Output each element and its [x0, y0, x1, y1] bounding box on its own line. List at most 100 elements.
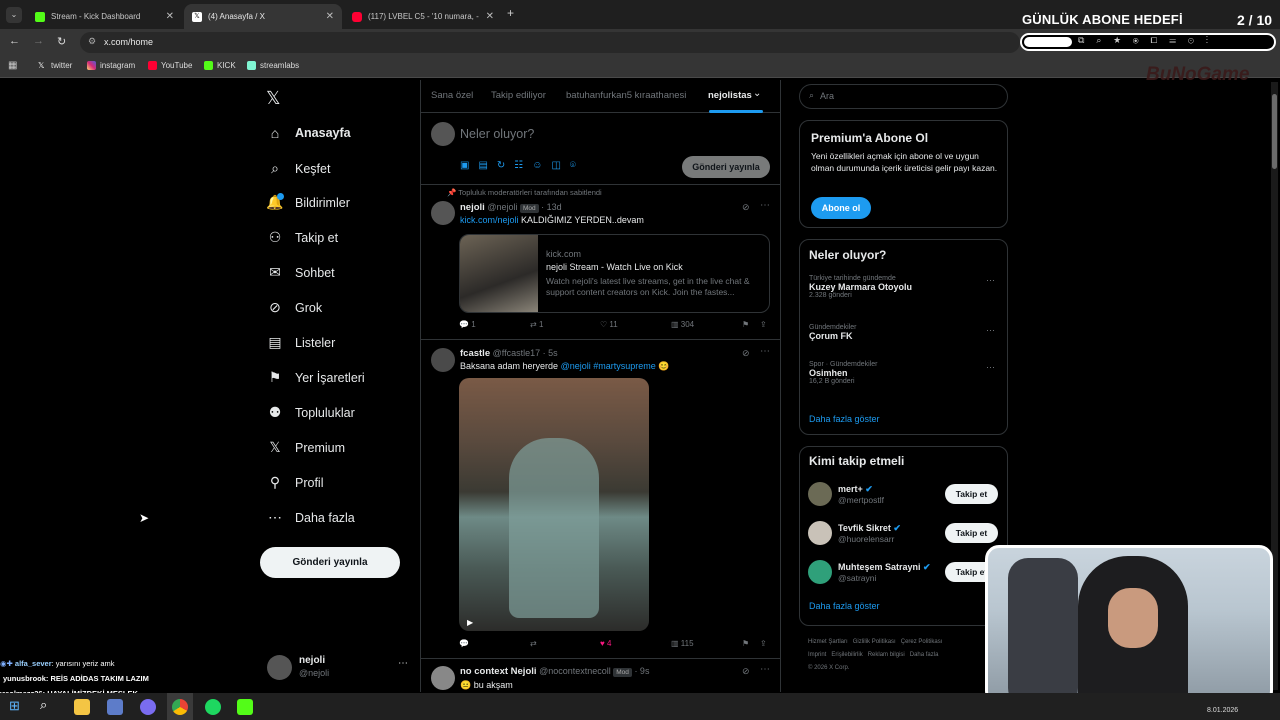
app-icon[interactable]: [107, 699, 123, 715]
start-icon[interactable]: ⊞: [9, 698, 20, 714]
trend-more-icon[interactable]: ⋯: [986, 362, 995, 373]
search-icon[interactable]: ⌕: [40, 697, 47, 713]
avatar[interactable]: [431, 201, 455, 225]
tweet-more-icon[interactable]: ⋯: [760, 346, 770, 357]
file-explorer-icon[interactable]: [74, 699, 90, 715]
webcam-face: [1108, 588, 1158, 648]
verified-icon: ✔: [893, 522, 901, 533]
views-button[interactable]: ▥ 304: [671, 320, 694, 329]
trend-item[interactable]: Spor · Gündemdekiler Osimhen 16,2 B gönd…: [809, 361, 877, 385]
reload-icon[interactable]: ↻: [57, 35, 66, 48]
tab-x-home[interactable]: 𝕏 (4) Anasayfa / X ✕: [184, 4, 342, 29]
repost-button[interactable]: ⇄ 1: [530, 320, 543, 329]
trend-more-icon[interactable]: ⋯: [986, 275, 995, 286]
avatar[interactable]: [431, 348, 455, 372]
show-more-link[interactable]: Daha fazla göster: [809, 601, 880, 611]
sidebar-item-more[interactable]: ⋯ Daha fazla: [266, 509, 355, 526]
streaming-app-icon[interactable]: [237, 699, 253, 715]
tweet-video[interactable]: ▶: [459, 378, 649, 631]
link-card[interactable]: kick.com nejoli Stream - Watch Live on K…: [459, 234, 770, 313]
close-icon[interactable]: ✕: [486, 11, 494, 22]
avatar[interactable]: [431, 666, 455, 690]
follow-button[interactable]: Takip et: [945, 523, 998, 543]
bookmark-twitter[interactable]: 𝕏twitter: [38, 61, 72, 70]
like-button[interactable]: ♡ 11: [600, 320, 618, 329]
follow-button[interactable]: Takip et: [945, 484, 998, 504]
home-icon: ⌂: [270, 125, 280, 141]
close-icon[interactable]: ✕: [326, 11, 334, 22]
bookmark-streamlabs[interactable]: streamlabs: [247, 61, 299, 70]
sidebar-item-follow[interactable]: ⚇ Takip et: [266, 229, 338, 246]
scrollbar-thumb[interactable]: [1272, 94, 1277, 169]
trend-more-icon[interactable]: ⋯: [986, 325, 995, 336]
composer-input[interactable]: Neler oluyor?: [460, 127, 534, 141]
tweet-more-icon[interactable]: ⋯: [760, 200, 770, 211]
back-icon[interactable]: ←: [9, 35, 20, 47]
link-card-image: [460, 235, 538, 312]
tweet-header: no context Nejoli @nocontextnecoll Mod ·…: [460, 666, 650, 677]
tab-youtube[interactable]: (117) LVBEL C5 - '10 numara, - ✕: [344, 4, 502, 29]
brand-logo: BuNoGame: [1146, 64, 1250, 85]
tab-community[interactable]: batuhanfurkan5 kıraathanesi: [566, 90, 686, 101]
goal-count: 2 / 10: [1237, 12, 1273, 28]
show-more-link[interactable]: Daha fazla göster: [809, 414, 880, 424]
chrome-icon[interactable]: [172, 699, 188, 715]
subscribe-button[interactable]: Abone ol: [811, 197, 871, 219]
url-field[interactable]: ⚙ x.com/home: [80, 32, 1020, 53]
sidebar-item-communities[interactable]: ⚉ Topluluklar: [266, 404, 355, 421]
composer-tools-icons[interactable]: ▣▤↻☷☺◫⌾: [460, 160, 585, 171]
sidebar-item-premium[interactable]: 𝕏 Premium: [266, 439, 345, 456]
follow-suggestion[interactable]: Muhteşem Satrayni ✔ @satrayni: [808, 560, 931, 584]
grok-icon[interactable]: ⊘: [742, 202, 750, 213]
sidebar-item-chat[interactable]: ✉ Sohbet: [266, 264, 335, 281]
x-logo-icon[interactable]: 𝕏: [266, 88, 281, 109]
account-more-icon[interactable]: ⋯: [398, 658, 408, 669]
trend-item[interactable]: Türkiye tarihinde gündemde Kuzey Marmara…: [809, 275, 912, 299]
composer-post-button[interactable]: Gönderi yayınla: [682, 156, 770, 178]
bookmark-kick[interactable]: KICK: [204, 61, 236, 70]
site-info-icon[interactable]: ⚙: [88, 36, 96, 47]
kick-icon: [204, 61, 213, 70]
grok-icon[interactable]: ⊘: [742, 666, 750, 677]
search-input[interactable]: ⌕ Ara: [799, 84, 1008, 109]
grok-icon[interactable]: ⊘: [742, 348, 750, 359]
tweet-more-icon[interactable]: ⋯: [760, 664, 770, 675]
trend-item[interactable]: Gündemdekiler Çorum FK: [809, 324, 856, 341]
reply-button[interactable]: 💬 1: [459, 320, 476, 329]
sidebar-item-home[interactable]: ⌂ Anasayfa: [266, 125, 351, 141]
bookmark-instagram[interactable]: instagram: [87, 61, 135, 70]
sidebar-item-bookmarks[interactable]: ⚑ Yer İşaretleri: [266, 369, 365, 386]
chevron-down-icon[interactable]: ⌄: [753, 88, 761, 99]
sidebar-item-explore[interactable]: ⌕ Keşfet: [266, 160, 330, 177]
bookmark-icon[interactable]: ⚑: [742, 639, 749, 648]
tab-nejolistas[interactable]: nejolistas: [708, 90, 752, 101]
discord-icon[interactable]: [140, 699, 156, 715]
tab-kick-dashboard[interactable]: Stream - Kick Dashboard ✕: [27, 4, 182, 29]
bookmark-youtube[interactable]: YouTube: [148, 61, 192, 70]
follow-suggestion[interactable]: mert+ ✔ @mertpostlf: [808, 482, 884, 506]
bookmark-icon[interactable]: ⚑: [742, 320, 749, 329]
repost-button[interactable]: ⇄: [530, 639, 537, 648]
close-icon[interactable]: ✕: [166, 11, 174, 22]
tab-search-icon[interactable]: ⌄: [6, 7, 22, 23]
share-icon[interactable]: ⇪: [760, 639, 767, 648]
sidebar-item-grok[interactable]: ⊘ Grok: [266, 299, 322, 316]
new-tab-icon[interactable]: +: [507, 6, 514, 20]
avatar[interactable]: [267, 655, 292, 680]
share-icon[interactable]: ⇪: [760, 320, 767, 329]
post-button[interactable]: Gönderi yayınla: [260, 547, 400, 578]
sidebar-item-lists[interactable]: ▤ Listeler: [266, 334, 335, 351]
more-icon: ⋯: [268, 509, 282, 525]
apps-grid-icon[interactable]: ▦: [8, 60, 17, 71]
spotify-icon[interactable]: [205, 699, 221, 715]
tweet-text: Baksana adam heryerde @nejoli #martysupr…: [460, 361, 670, 371]
play-icon[interactable]: ▶: [467, 618, 473, 627]
sidebar-item-profile[interactable]: ⚲ Profil: [266, 474, 324, 491]
tab-for-you[interactable]: Sana özel: [431, 90, 473, 101]
like-button[interactable]: ♥ 4: [600, 639, 611, 648]
reply-button[interactable]: 💬: [459, 639, 469, 648]
tab-following[interactable]: Takip ediliyor: [491, 90, 546, 101]
views-button[interactable]: ▥ 115: [671, 639, 694, 648]
forward-icon[interactable]: →: [33, 35, 44, 47]
follow-suggestion[interactable]: Tevfik Sikret ✔ @huorelensarr: [808, 521, 901, 545]
